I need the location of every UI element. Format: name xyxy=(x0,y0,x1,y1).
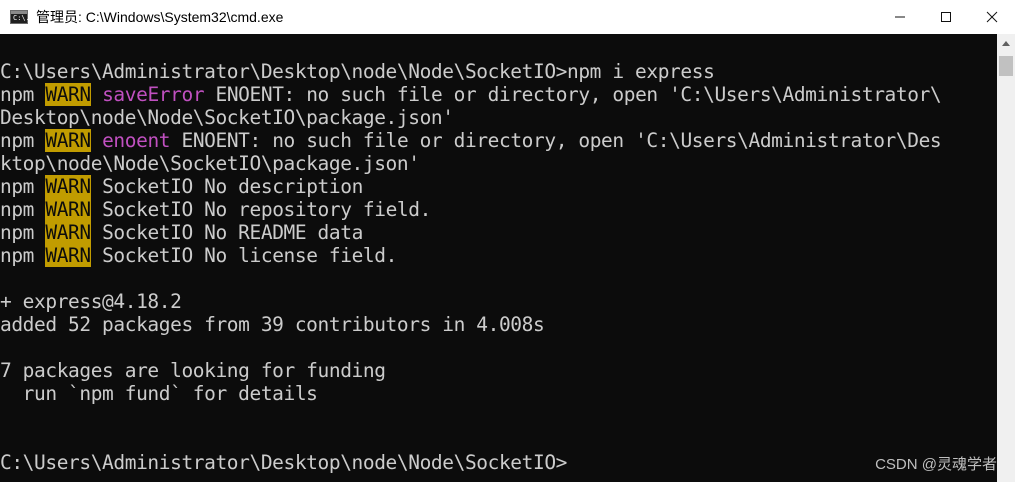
console-line: + express@4.18.2 xyxy=(0,290,941,313)
console-text: C:\Users\Administrator\Desktop\node\Node… xyxy=(0,451,567,474)
console-text: Desktop\node\Node\SocketIO\package.json' xyxy=(0,106,454,129)
console-line: npm WARN SocketIO No repository field. xyxy=(0,198,941,221)
app-icon-text: C:\. xyxy=(13,14,30,22)
console-line: C:\Users\Administrator\Desktop\node\Node… xyxy=(0,60,941,83)
console-line: npm WARN SocketIO No README data xyxy=(0,221,941,244)
warn-badge: WARN xyxy=(45,221,91,244)
error-code: enoent xyxy=(102,129,171,152)
console-text: npm xyxy=(0,83,46,106)
title-bar[interactable]: C:\. 管理员: C:\Windows\System32\cmd.exe xyxy=(0,0,1015,34)
maximize-icon xyxy=(941,12,951,22)
scroll-up-button[interactable] xyxy=(997,34,1015,52)
console-text: npm xyxy=(0,129,46,152)
cmd-window: C:\. 管理员: C:\Windows\System32\cmd.exe C:… xyxy=(0,0,1015,482)
console-line: 7 packages are looking for funding xyxy=(0,359,941,382)
window-controls xyxy=(877,0,1015,34)
console-line: npm WARN enoent ENOENT: no such file or … xyxy=(0,129,942,152)
console-output[interactable]: C:\Users\Administrator\Desktop\node\Node… xyxy=(0,34,997,482)
console-text: SocketIO No README data xyxy=(90,221,363,244)
warn-badge: WARN xyxy=(45,175,91,198)
chevron-up-icon xyxy=(1002,41,1010,46)
console-text: npm xyxy=(0,198,46,221)
console-text: npm xyxy=(0,175,46,198)
console-text: added 52 packages from 39 contributors i… xyxy=(0,313,545,336)
console-text: ENOENT: no such file or directory, open … xyxy=(170,129,942,152)
close-button[interactable] xyxy=(969,0,1015,34)
console-line: npm WARN saveError ENOENT: no such file … xyxy=(0,83,942,106)
warn-badge: WARN xyxy=(45,198,91,221)
console-text: npm xyxy=(0,221,46,244)
console-line: npm WARN SocketIO No license field. xyxy=(0,244,941,267)
minimize-icon xyxy=(895,16,905,18)
console-text: run `npm fund` for details xyxy=(0,382,318,405)
minimize-button[interactable] xyxy=(877,0,923,34)
console-text: ENOENT: no such file or directory, open … xyxy=(204,83,942,106)
console-text: + express@4.18.2 xyxy=(0,290,182,313)
console-text: ktop\node\Node\SocketIO\package.json' xyxy=(0,152,420,175)
cmd-app-icon[interactable]: C:\. xyxy=(10,10,30,24)
watermark: CSDN @灵魂学者 xyxy=(875,456,997,473)
console-line: run `npm fund` for details xyxy=(0,382,941,405)
console-line: added 52 packages from 39 contributors i… xyxy=(0,313,941,336)
console-line: npm WARN SocketIO No description xyxy=(0,175,941,198)
console-text: SocketIO No license field. xyxy=(90,244,397,267)
window-title: 管理员: C:\Windows\System32\cmd.exe xyxy=(36,9,284,25)
console-line: ktop\node\Node\SocketIO\package.json' xyxy=(0,152,941,175)
console-line: C:\Users\Administrator\Desktop\node\Node… xyxy=(0,451,941,474)
console-text: npm xyxy=(0,244,46,267)
maximize-button[interactable] xyxy=(923,0,969,34)
close-icon xyxy=(986,11,998,23)
console-lines: C:\Users\Administrator\Desktop\node\Node… xyxy=(0,60,942,474)
console-text: SocketIO No repository field. xyxy=(90,198,431,221)
console-text: C:\Users\Administrator\Desktop\node\Node… xyxy=(0,60,715,83)
warn-badge: WARN xyxy=(45,244,91,267)
warn-badge: WARN xyxy=(45,83,91,106)
vertical-scrollbar[interactable] xyxy=(997,34,1015,482)
console-text: SocketIO No description xyxy=(90,175,363,198)
error-code: saveError xyxy=(102,83,205,106)
scrollbar-thumb[interactable] xyxy=(999,56,1013,76)
warn-badge: WARN xyxy=(45,129,91,152)
console-line: Desktop\node\Node\SocketIO\package.json' xyxy=(0,106,941,129)
console-text: 7 packages are looking for funding xyxy=(0,359,386,382)
